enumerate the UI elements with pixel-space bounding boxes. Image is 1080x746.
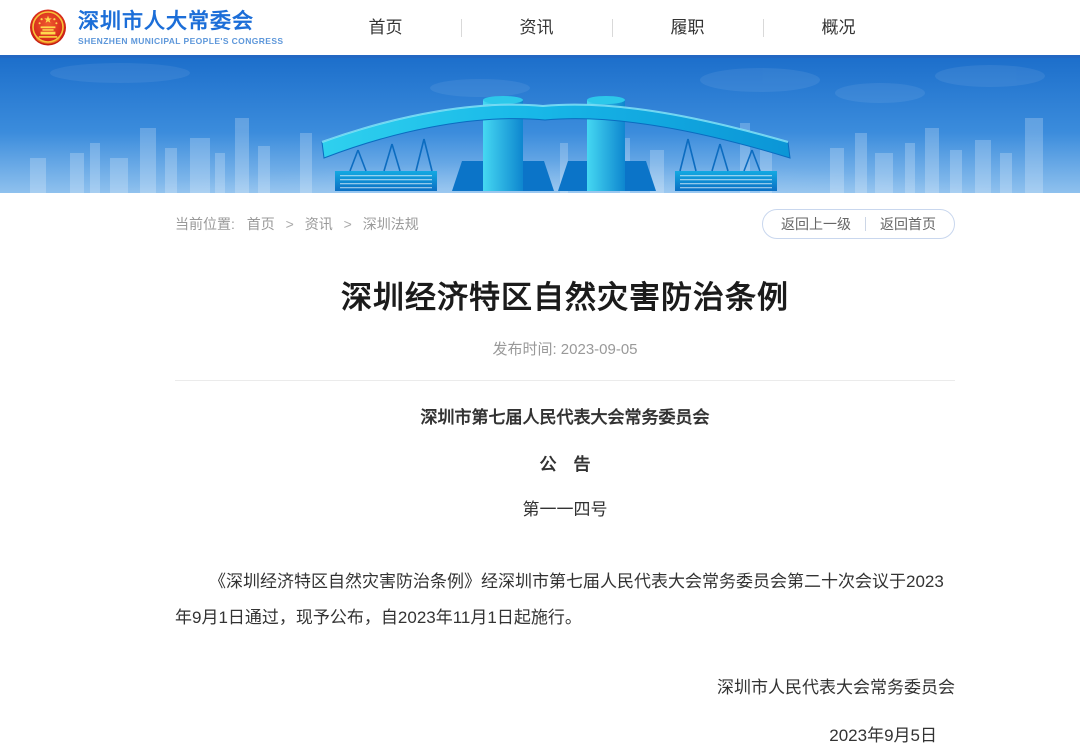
signature-date: 2023年9月5日 [175,721,955,746]
breadcrumb-separator: > [286,216,294,232]
breadcrumb-link-news[interactable]: 资讯 [305,216,333,232]
back-buttons: 返回上一级 返回首页 [762,209,955,239]
main-nav: 首页 资讯 履职 概况 [311,0,914,55]
pill-divider [865,217,866,231]
banner-illustration [0,58,1080,193]
breadcrumb-label: 当前位置: [175,216,235,232]
announcement-paragraph: 《深圳经济特区自然灾害防治条例》经深圳市第七届人民代表大会常务委员会第二十次会议… [175,564,955,636]
site-title: 深圳市人大常委会 [78,10,284,34]
announcement-number: 第一一四号 [175,495,955,520]
site-subtitle: SHENZHEN MUNICIPAL PEOPLE'S CONGRESS [78,36,284,46]
breadcrumb-separator: > [344,216,352,232]
nav-item-home[interactable]: 首页 [311,0,461,55]
title-divider [175,380,955,381]
announcement-heading: 公 告 [175,450,955,475]
banner [0,58,1080,193]
nav-item-news[interactable]: 资讯 [462,0,612,55]
nav-item-duty[interactable]: 履职 [613,0,763,55]
issuing-organization: 深圳市第七届人民代表大会常务委员会 [175,403,955,428]
site-logo[interactable]: 深圳市人大常委会 SHENZHEN MUNICIPAL PEOPLE'S CON… [28,8,284,48]
breadcrumb: 当前位置: 首页 > 资讯 > 深圳法规 [175,214,419,234]
article-title: 深圳经济特区自然灾害防治条例 [175,272,955,317]
back-home-button[interactable]: 返回首页 [880,214,936,234]
breadcrumb-link-home[interactable]: 首页 [247,216,275,232]
nav-item-overview[interactable]: 概况 [764,0,914,55]
breadcrumb-link-regulations[interactable]: 深圳法规 [363,216,419,232]
article-body: 深圳市第七届人民代表大会常务委员会 公 告 第一一四号 《深圳经济特区自然灾害防… [175,403,955,746]
back-parent-button[interactable]: 返回上一级 [781,214,851,234]
national-emblem-icon [28,8,68,48]
site-header: 深圳市人大常委会 SHENZHEN MUNICIPAL PEOPLE'S CON… [0,0,1080,58]
signature-organization: 深圳市人民代表大会常务委员会 [175,673,955,698]
main-content: 当前位置: 首页 > 资讯 > 深圳法规 返回上一级 返回首页 深圳经济特区自然… [175,209,955,746]
publish-date: 发布时间: 2023-09-05 [175,338,955,359]
